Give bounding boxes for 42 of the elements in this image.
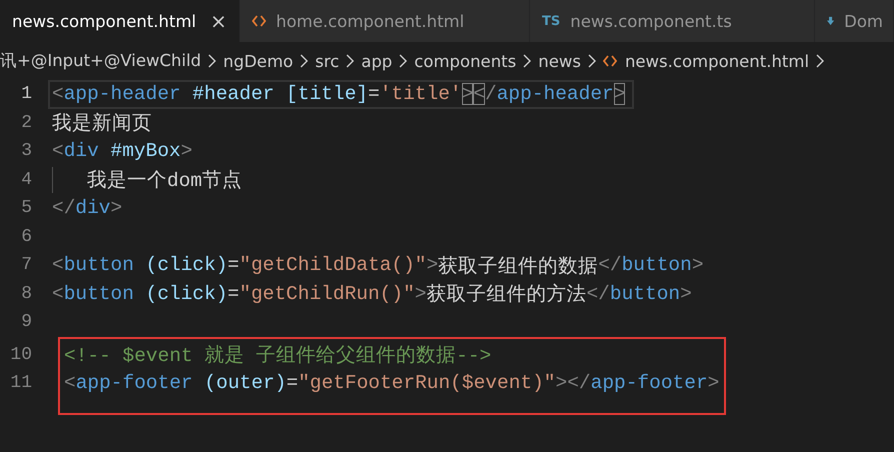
code-line: <!-- $event 就是 子组件给父组件的数据-->: [64, 344, 492, 368]
line-number: 5: [20, 198, 33, 218]
breadcrumb-item[interactable]: src: [315, 52, 340, 70]
code-line: <div #myBox>: [52, 140, 192, 162]
line-number: 9: [20, 312, 33, 332]
code-line: <app-footer (outer)="getFooterRun($event)"></app-footer>: [64, 372, 720, 394]
line-number: 7: [20, 255, 33, 276]
line-number: 2: [20, 112, 33, 133]
breadcrumb-item[interactable]: ngDemo: [223, 52, 294, 70]
angle-brackets-icon: [252, 15, 266, 27]
chevron-right-icon: [300, 54, 308, 68]
line-number: 6: [20, 226, 33, 247]
code-line: </div>: [52, 197, 122, 220]
chevron-right-icon: [816, 54, 824, 68]
line-number: 1: [20, 84, 33, 104]
line-number: 10: [9, 344, 33, 365]
breadcrumb-item[interactable]: news.component.html: [602, 52, 810, 70]
chevron-right-icon: [523, 54, 532, 68]
breadcrumb-item[interactable]: app: [361, 52, 392, 70]
code-line: <app-header #header [title]='title'></app-header>: [52, 83, 626, 106]
ts-file-icon: TS: [542, 14, 560, 28]
code-line: <button (click)="getChildData()">获取子组件的数据</button>: [52, 253, 704, 279]
breadcrumb-item[interactable]: news: [538, 52, 581, 70]
chevron-right-icon: [399, 54, 408, 68]
line-number: 8: [20, 284, 33, 304]
angle-brackets-icon: [602, 55, 617, 67]
line-number: 3: [20, 141, 33, 162]
line-number: 11: [9, 373, 33, 394]
code-line: 我是一个dom节点: [87, 168, 242, 194]
editor-tab[interactable]: news.component.html ×: [0, 0, 240, 42]
line-number: 4: [20, 170, 33, 190]
chevron-right-icon: [346, 54, 354, 68]
code-line: <button (click)="getChildRun()">获取子组件的方法</button>: [52, 282, 692, 308]
breadcrumb-item[interactable]: components: [414, 52, 516, 70]
chevron-right-icon: [588, 54, 596, 68]
editor-tab[interactable]: Dom: [815, 0, 894, 42]
code-line: 我是新闻页: [52, 112, 152, 136]
chevron-right-icon: [208, 54, 216, 68]
editor-tab[interactable]: TS news.component.ts: [530, 0, 815, 42]
close-icon[interactable]: ×: [210, 9, 227, 33]
breadcrumb-item[interactable]: 讯+@Input+@ViewChild: [0, 50, 202, 72]
editor-tab[interactable]: home.component.html: [240, 0, 530, 42]
